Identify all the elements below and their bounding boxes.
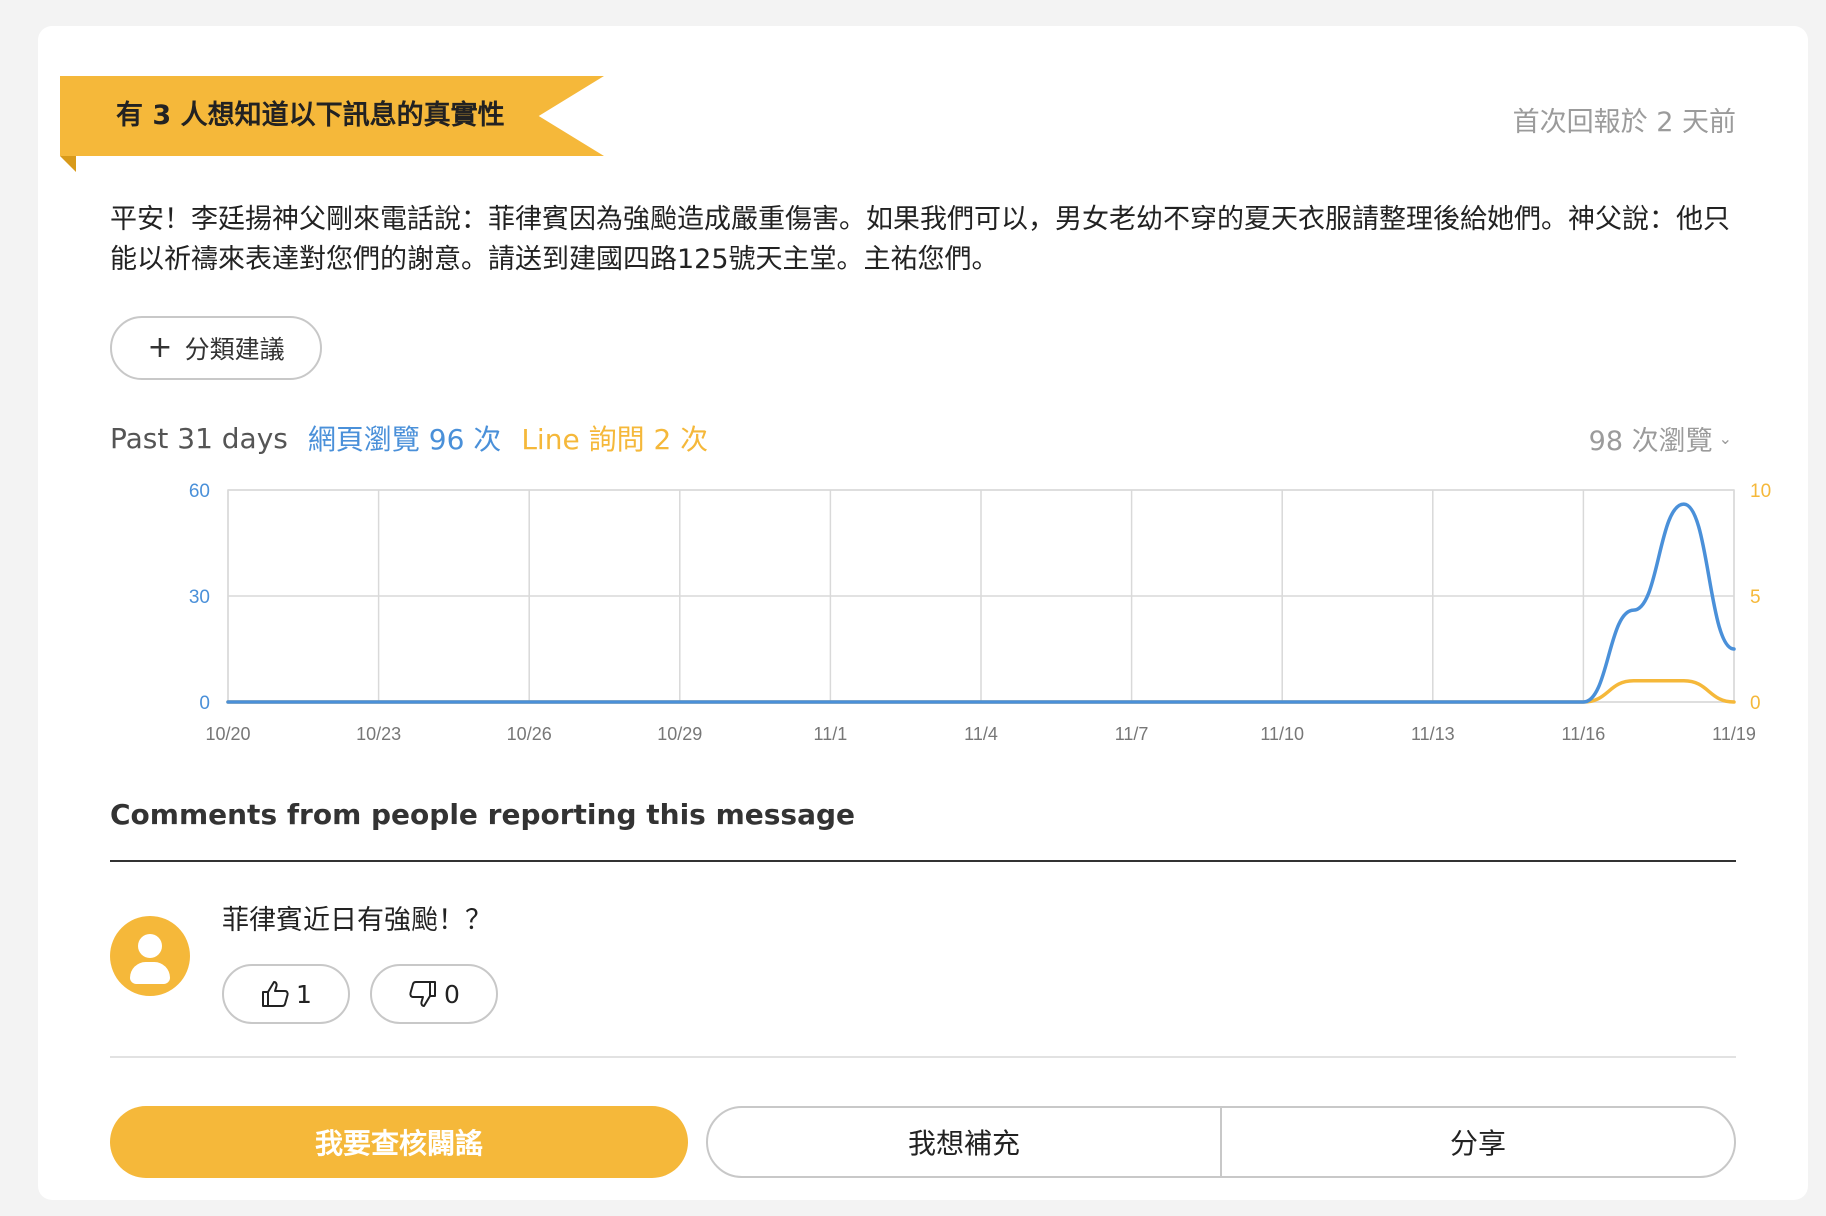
- y-left-tick-label: 30: [189, 587, 210, 608]
- x-tick-label: 11/4: [964, 724, 998, 744]
- secondary-actions: 我想補充 分享: [706, 1106, 1736, 1178]
- ribbon-text: 有 3 人想知道以下訊息的真實性: [116, 100, 505, 131]
- total-views-label: 98 次瀏覽: [1588, 425, 1713, 457]
- thumbs-down-icon: [409, 981, 437, 1007]
- stats-web-views: 網頁瀏覽 96 次: [307, 423, 502, 456]
- share-button[interactable]: 分享: [1220, 1108, 1734, 1176]
- avatar: [110, 916, 190, 996]
- x-tick-label: 11/7: [1115, 724, 1149, 744]
- upvote-count: 1: [296, 979, 312, 1009]
- reporter-count-ribbon: 有 3 人想知道以下訊息的真實性: [60, 76, 604, 172]
- x-tick-label: 11/19: [1712, 724, 1756, 744]
- y-left-tick-label: 0: [199, 693, 210, 714]
- plus-icon: +: [147, 330, 173, 365]
- total-views-dropdown[interactable]: 98 次瀏覽 ⌄: [1589, 418, 1732, 458]
- downvote-button[interactable]: 0: [370, 964, 498, 1024]
- x-tick-label: 10/26: [507, 724, 552, 744]
- y-right-tick-label: 5: [1750, 587, 1761, 608]
- message-text: 平安！李廷揚神父剛來電話說：菲律賓因為強颱造成嚴重傷害。如果我們可以，男女老幼不…: [110, 204, 1730, 275]
- x-tick-label: 11/10: [1260, 724, 1304, 744]
- chevron-down-icon: ⌄: [1718, 428, 1732, 448]
- category-suggestion-label: 分類建議: [184, 335, 285, 364]
- stats-summary: Past 31 days 網頁瀏覽 96 次 Line 詢問 2 次: [110, 418, 708, 458]
- x-tick-label: 11/16: [1562, 724, 1606, 744]
- add-info-button[interactable]: 我想補充: [708, 1108, 1220, 1176]
- views-chart-svg: 10/20 10/23 10/26 10/29 11/1 11/4 11/7 11/10 11/…: [189, 481, 1771, 744]
- x-tick-label: 10/20: [205, 724, 250, 744]
- stats-period-label: Past 31 days: [110, 421, 288, 455]
- x-tick-label: 11/1: [814, 724, 848, 744]
- x-tick-label: 10/29: [657, 724, 702, 744]
- x-tick-label: 11/13: [1411, 724, 1455, 744]
- views-chart: 10/20 10/23 10/26 10/29 11/1 11/4 11/7 11/10 11/…: [158, 474, 1798, 754]
- y-right-tick-label: 0: [1750, 693, 1761, 714]
- category-suggestion-button[interactable]: + 分類建議: [110, 316, 322, 380]
- stats-line-queries: Line 詢問 2 次: [521, 423, 709, 456]
- comments-divider: [110, 860, 1736, 862]
- first-reported-time: 首次回報於 2 天前: [1512, 107, 1736, 138]
- y-left-tick-label: 60: [189, 481, 210, 502]
- downvote-count: 0: [444, 979, 460, 1009]
- fact-check-button[interactable]: 我要查核闢謠: [110, 1106, 688, 1178]
- article-card: 有 3 人想知道以下訊息的真實性 首次回報於 2 天前 平安！李廷揚神父剛來電話…: [38, 26, 1808, 1200]
- y-right-tick-label: 10: [1750, 481, 1771, 502]
- actions-divider: [110, 1056, 1736, 1058]
- comments-title: Comments from people reporting this mess…: [110, 798, 856, 831]
- upvote-button[interactable]: 1: [222, 964, 350, 1024]
- thumbs-up-icon: [262, 981, 289, 1007]
- comment-text: 菲律賓近日有強颱！？: [222, 905, 492, 936]
- x-tick-label: 10/23: [356, 724, 401, 744]
